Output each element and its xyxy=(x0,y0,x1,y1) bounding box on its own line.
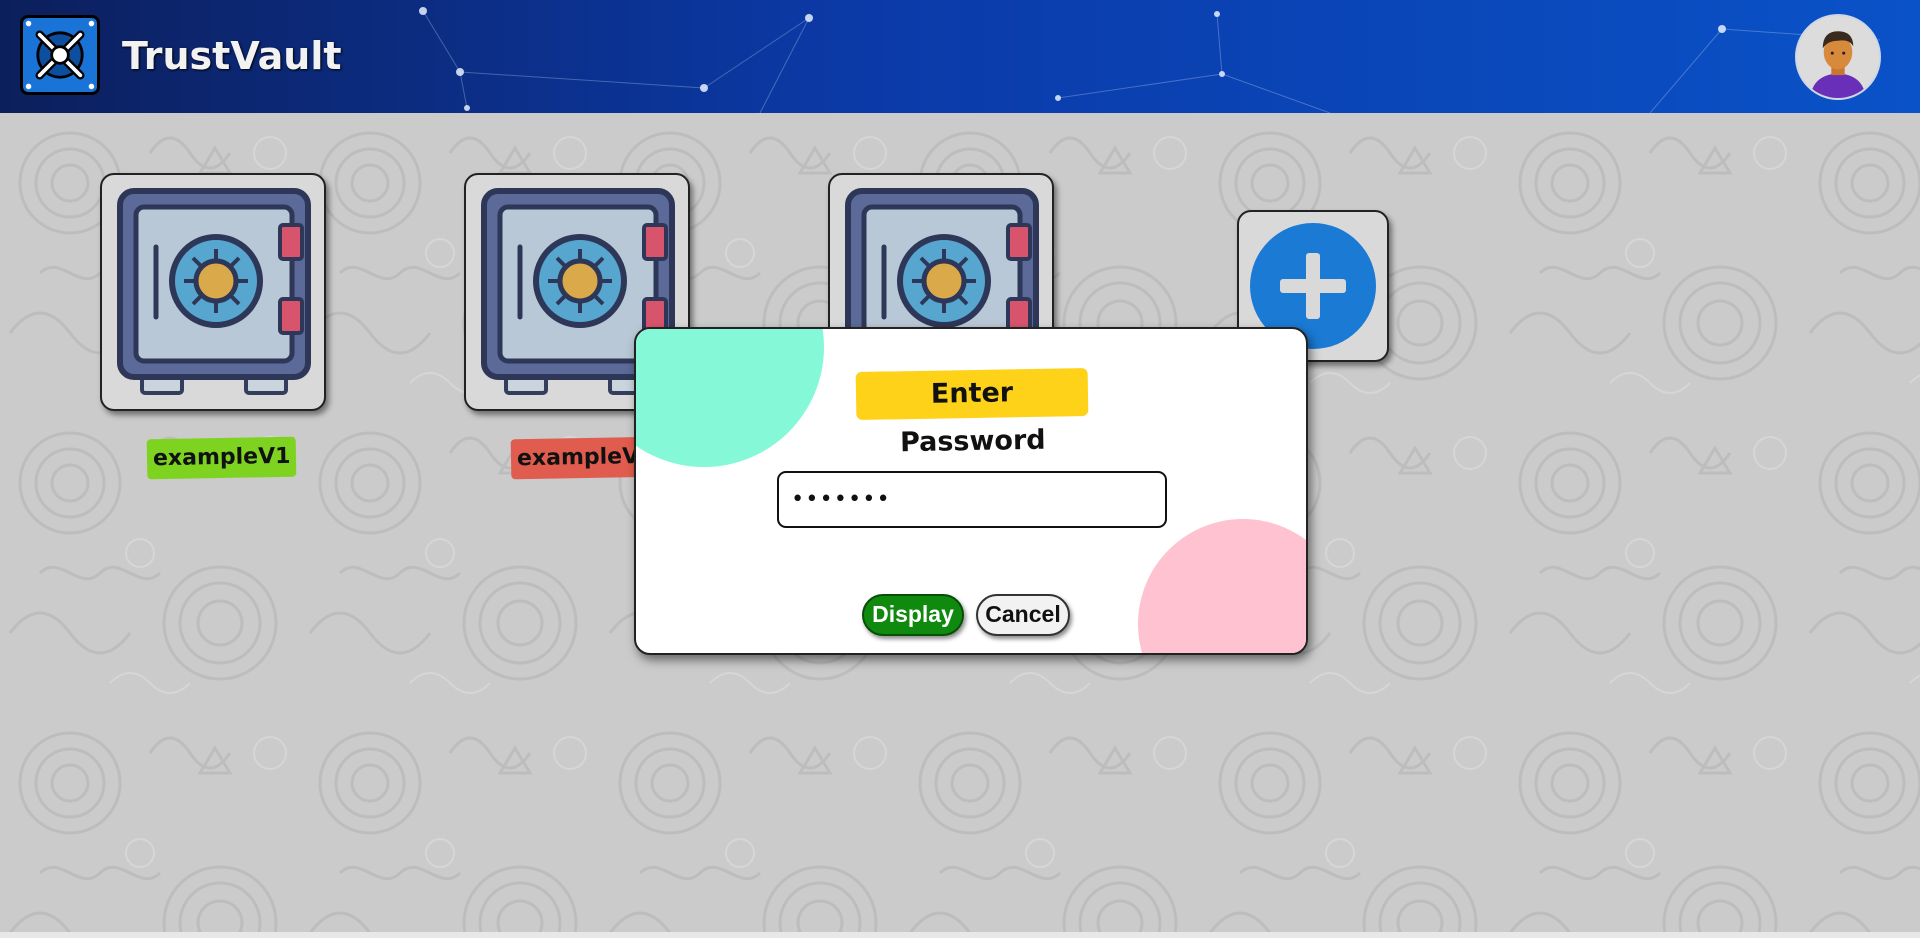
user-avatar-icon[interactable] xyxy=(1795,14,1881,100)
vault-card-examplev1[interactable] xyxy=(100,173,326,411)
password-input[interactable] xyxy=(777,471,1167,528)
app-title: TrustVault xyxy=(122,34,342,78)
display-button[interactable]: Display xyxy=(862,594,964,636)
modal-title: Enter Password xyxy=(855,367,1089,458)
cancel-button[interactable]: Cancel xyxy=(976,594,1070,636)
app-header: TrustVault xyxy=(0,0,1920,113)
password-modal: Enter Password Display Cancel xyxy=(634,327,1308,655)
decor-blob-pink xyxy=(1138,519,1306,653)
vault-label-examplev1[interactable]: exampleV1 xyxy=(146,436,297,480)
safe-icon xyxy=(117,188,311,395)
vault-logo-icon[interactable] xyxy=(20,15,100,95)
bottom-edge xyxy=(0,932,1920,938)
decor-blob-mint xyxy=(636,329,824,467)
